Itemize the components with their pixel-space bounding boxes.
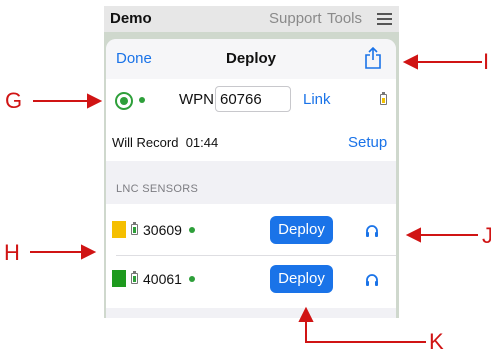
annotation-label-g: G [5,88,23,113]
annotation-label-h: H [4,240,20,265]
annotation-arrows [30,54,482,343]
annotation-label-j: J [482,223,491,248]
annotation-label-k: K [429,329,444,354]
annotation-label-i: I [483,49,490,74]
